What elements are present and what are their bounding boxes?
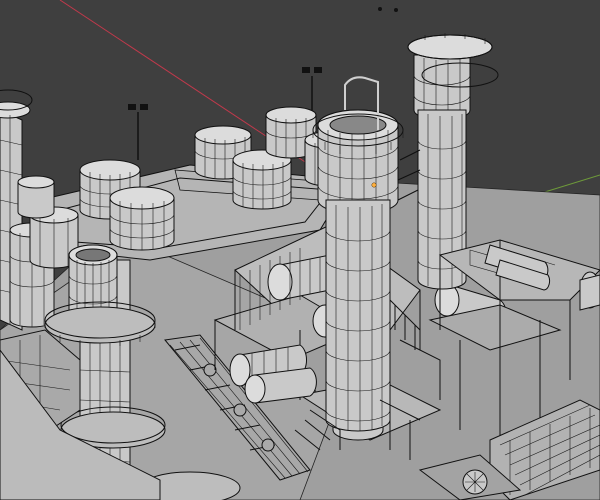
light-pole: [128, 104, 148, 160]
3d-viewport[interactable]: [0, 0, 600, 500]
origin-point: [371, 182, 377, 188]
floating-point: [394, 8, 398, 12]
storage-tank: [109, 186, 175, 251]
right-front-vessel: [579, 271, 600, 311]
floating-point: [378, 7, 382, 11]
distillation-column-main: [312, 76, 404, 441]
storage-tank: [232, 149, 292, 210]
refinery-wireframe-scene[interactable]: [0, 0, 600, 500]
left-vessel: [17, 175, 55, 219]
